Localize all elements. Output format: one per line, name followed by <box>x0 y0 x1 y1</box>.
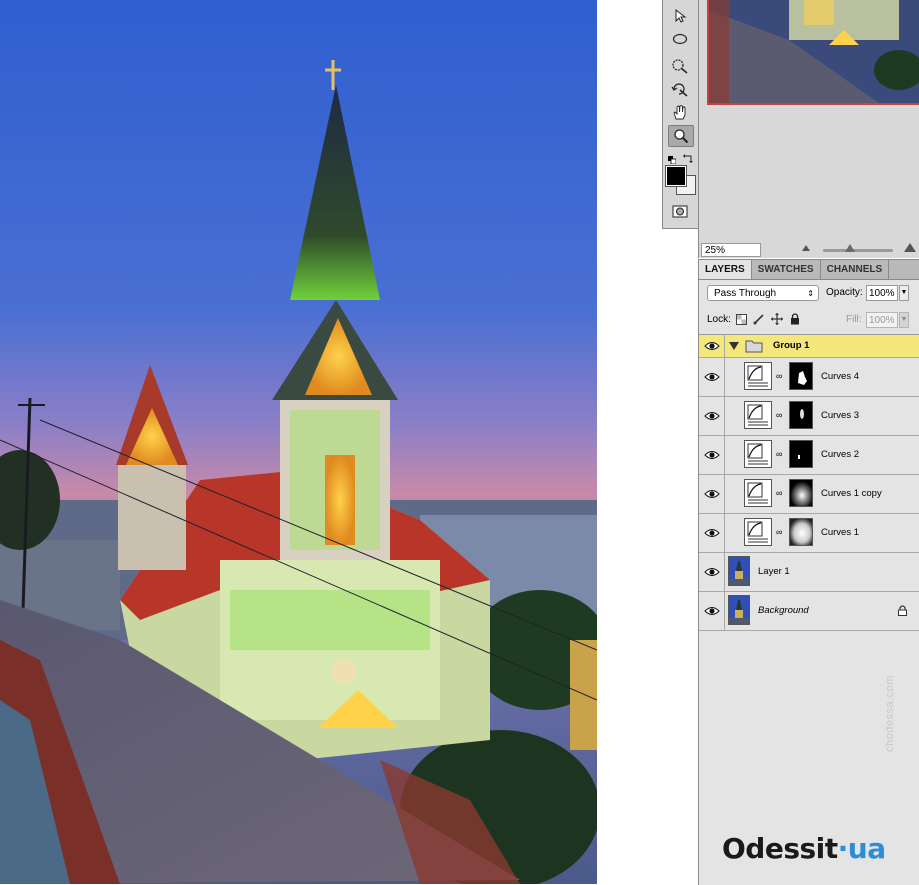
chain-link-icon[interactable]: ∞ <box>776 371 784 383</box>
select-arrows-icon: ⇕ <box>807 289 814 298</box>
layer-row-background[interactable]: Background <box>699 592 919 631</box>
tools-panel <box>662 0 699 229</box>
lock-transparency-icon[interactable] <box>735 313 747 325</box>
layer-mask-thumbnail[interactable] <box>789 479 813 507</box>
layer-mask-thumbnail[interactable] <box>789 440 813 468</box>
foreground-color-swatch[interactable] <box>665 165 687 187</box>
layer-name[interactable]: Curves 3 <box>821 410 859 422</box>
zoom-out-icon[interactable] <box>802 245 810 251</box>
zoom-slider-track[interactable] <box>823 249 893 252</box>
lock-row: Lock: Fill: 100% ▼ <box>707 312 916 330</box>
default-colors-icon[interactable] <box>668 151 677 165</box>
visibility-toggle[interactable] <box>699 475 725 513</box>
layer-name[interactable]: Curves 1 copy <box>821 488 882 500</box>
canvas-photo <box>0 0 597 884</box>
layer-name[interactable]: Group 1 <box>773 340 809 352</box>
navigator-panel: 25% <box>698 0 919 258</box>
blend-mode-value: Pass Through <box>714 288 777 299</box>
disclosure-triangle-icon[interactable] <box>729 342 739 350</box>
chain-link-icon[interactable]: ∞ <box>776 410 784 422</box>
layer-thumbnail <box>728 595 750 625</box>
fill-label: Fill: <box>846 314 862 325</box>
layer-name[interactable]: Curves 1 <box>821 527 859 539</box>
layer-name[interactable]: Curves 4 <box>821 371 859 383</box>
ellipse-marquee-tool-icon[interactable] <box>668 29 692 49</box>
eye-icon <box>704 451 720 459</box>
visibility-toggle[interactable] <box>699 397 725 435</box>
navigator-preview[interactable] <box>707 0 919 105</box>
eye-icon <box>704 373 720 381</box>
curves-adjustment-icon <box>744 362 772 390</box>
tab-channels[interactable]: CHANNELS <box>821 260 890 279</box>
curves-adjustment-icon <box>744 401 772 429</box>
quick-selection-tool-icon[interactable] <box>668 56 692 76</box>
layer-list: Group 1 ∞ Curves 4 ∞ Curves 3 ∞ Curves 2… <box>699 334 919 631</box>
layer-row-group-1[interactable]: Group 1 <box>699 335 919 358</box>
tab-swatches[interactable]: SWATCHES <box>752 260 821 279</box>
panel-tabs: LAYERS SWATCHES CHANNELS <box>699 260 919 280</box>
lock-label: Lock: <box>707 314 731 325</box>
layer-row-curves-1-copy[interactable]: ∞ Curves 1 copy <box>699 475 919 514</box>
hand-tool-icon[interactable] <box>668 102 692 122</box>
zoom-in-icon[interactable] <box>904 243 916 252</box>
quick-mask-icon[interactable] <box>668 201 692 221</box>
layer-row-curves-3[interactable]: ∞ Curves 3 <box>699 397 919 436</box>
curves-adjustment-icon <box>744 518 772 546</box>
layer-name[interactable]: Background <box>758 605 809 617</box>
swap-colors-icon[interactable] <box>683 150 693 163</box>
curves-adjustment-icon <box>744 440 772 468</box>
zoom-level-field[interactable]: 25% <box>701 243 761 257</box>
layers-panel: LAYERS SWATCHES CHANNELS Pass Through ⇕ … <box>698 259 919 885</box>
visibility-toggle[interactable] <box>699 436 725 474</box>
history-brush-tool-icon[interactable] <box>668 79 692 99</box>
lock-icon <box>898 605 907 616</box>
watermark-site-text: chodessa.com <box>884 675 896 752</box>
fill-field[interactable]: 100% <box>866 312 898 328</box>
layer-row-layer-1[interactable]: Layer 1 <box>699 553 919 592</box>
layer-mask-thumbnail[interactable] <box>789 362 813 390</box>
curves-adjustment-icon <box>744 479 772 507</box>
lock-all-icon[interactable] <box>789 313 801 325</box>
visibility-toggle[interactable] <box>699 592 725 630</box>
logo-suffix: ua <box>847 832 886 865</box>
eye-icon <box>704 412 720 420</box>
lock-pixels-icon[interactable] <box>753 313 765 325</box>
folder-icon <box>745 340 763 353</box>
chain-link-icon[interactable]: ∞ <box>776 488 784 500</box>
layer-name[interactable]: Layer 1 <box>758 566 790 578</box>
odessit-logo: Odessit·ua <box>722 832 886 865</box>
layer-row-curves-1[interactable]: ∞ Curves 1 <box>699 514 919 553</box>
logo-main-text: Odessit <box>722 832 838 865</box>
fill-dropdown-icon[interactable]: ▼ <box>899 312 909 328</box>
layer-row-curves-4[interactable]: ∞ Curves 4 <box>699 358 919 397</box>
opacity-label: Opacity: <box>826 287 863 298</box>
layer-thumbnail <box>728 556 750 586</box>
layer-mask-thumbnail[interactable] <box>789 401 813 429</box>
move-tool-icon[interactable] <box>668 6 692 26</box>
visibility-toggle[interactable] <box>699 514 725 552</box>
blend-mode-select[interactable]: Pass Through ⇕ <box>707 285 819 301</box>
zoom-tool-icon[interactable] <box>668 125 694 147</box>
visibility-toggle[interactable] <box>699 553 725 591</box>
layer-name[interactable]: Curves 2 <box>821 449 859 461</box>
layer-mask-thumbnail[interactable] <box>789 518 813 546</box>
eye-icon <box>704 607 720 615</box>
zoom-slider-knob[interactable] <box>845 244 855 252</box>
visibility-toggle[interactable] <box>699 335 725 357</box>
lock-position-icon[interactable] <box>771 313 783 325</box>
eye-icon <box>704 529 720 537</box>
layer-row-curves-2[interactable]: ∞ Curves 2 <box>699 436 919 475</box>
eye-icon <box>704 342 720 350</box>
chain-link-icon[interactable]: ∞ <box>776 527 784 539</box>
logo-dot: · <box>837 832 849 865</box>
tab-layers[interactable]: LAYERS <box>699 260 752 279</box>
eye-icon <box>704 490 720 498</box>
visibility-toggle[interactable] <box>699 358 725 396</box>
eye-icon <box>704 568 720 576</box>
chain-link-icon[interactable]: ∞ <box>776 449 784 461</box>
opacity-field[interactable]: 100% <box>866 285 898 301</box>
opacity-dropdown-icon[interactable]: ▼ <box>899 285 909 301</box>
blend-row: Pass Through ⇕ Opacity: 100% ▼ <box>707 285 916 303</box>
